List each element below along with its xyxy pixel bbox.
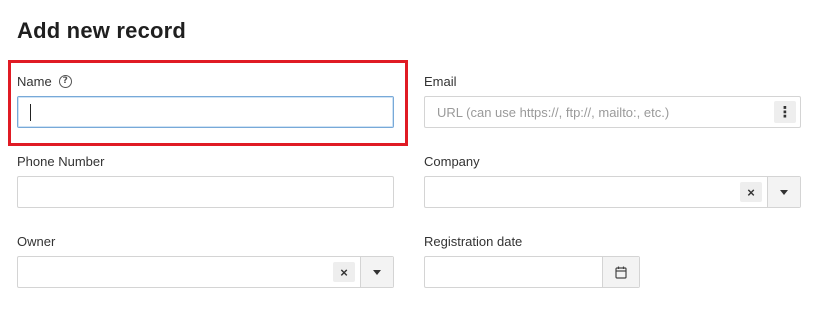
phone-input[interactable] xyxy=(18,177,393,207)
registration-date-field[interactable] xyxy=(424,256,640,288)
clear-icon[interactable]: × xyxy=(333,262,355,282)
phone-field[interactable] xyxy=(17,176,394,208)
company-label-row: Company xyxy=(424,154,480,169)
phone-label: Phone Number xyxy=(17,154,105,169)
form-title: Add new record xyxy=(17,18,187,43)
owner-label-row: Owner xyxy=(17,234,55,249)
email-input[interactable] xyxy=(425,97,800,127)
focus-highlight-box xyxy=(8,60,408,146)
registration-date-label-row: Registration date xyxy=(424,234,522,249)
company-dropdown-button[interactable] xyxy=(767,177,800,207)
calendar-icon xyxy=(615,266,627,279)
email-label-row: Email xyxy=(424,74,457,89)
caret-down-icon xyxy=(780,189,788,195)
more-options-icon[interactable]: ⋮ xyxy=(774,101,796,123)
registration-date-label: Registration date xyxy=(424,234,523,249)
clear-icon[interactable]: × xyxy=(740,182,762,202)
caret-down-icon xyxy=(373,269,381,275)
owner-label: Owner xyxy=(17,234,56,249)
owner-select[interactable]: × xyxy=(17,256,394,288)
company-select[interactable]: × xyxy=(424,176,801,208)
email-field[interactable]: ⋮ xyxy=(424,96,801,128)
calendar-button[interactable] xyxy=(602,257,639,287)
phone-label-row: Phone Number xyxy=(17,154,104,169)
owner-dropdown-button[interactable] xyxy=(360,257,393,287)
company-label: Company xyxy=(424,154,480,169)
email-label: Email xyxy=(424,74,457,89)
